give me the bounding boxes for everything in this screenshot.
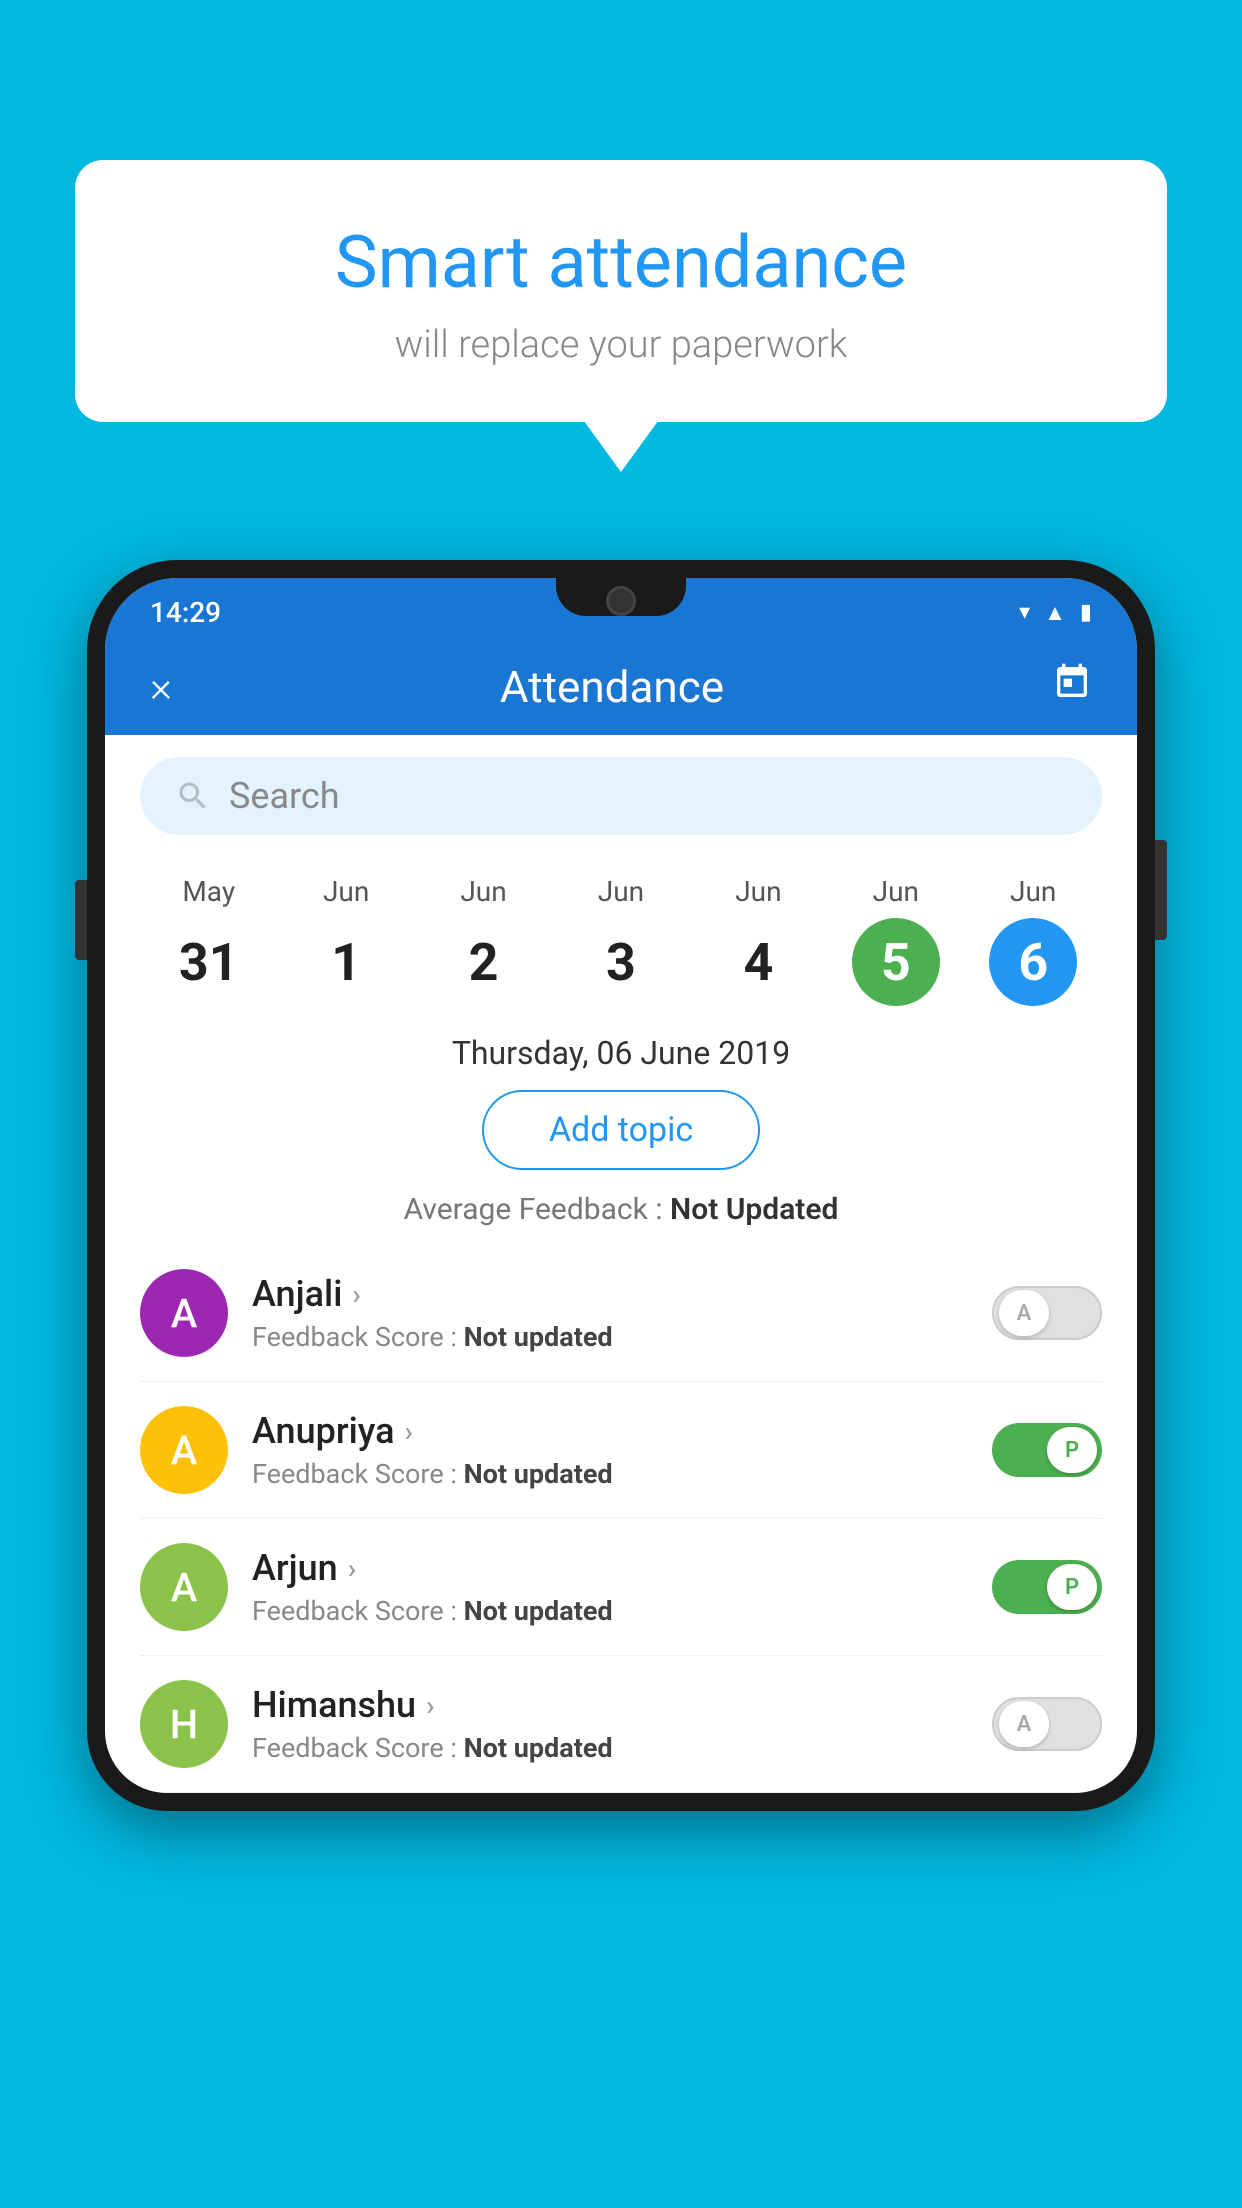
phone-side-button-right [1155,840,1167,940]
chevron-icon: › [352,1278,360,1311]
attendance-toggle[interactable]: P [992,1423,1102,1477]
date-item-1[interactable]: Jun 1 [302,875,390,1006]
date-number: 2 [440,918,528,1006]
bubble-title: Smart attendance [135,220,1107,305]
search-placeholder: Search [229,775,340,817]
speech-bubble: Smart attendance will replace your paper… [75,160,1167,422]
student-feedback: Feedback Score : Not updated [252,1321,968,1353]
student-item: A Anjali › Feedback Score : Not updated A [140,1245,1102,1382]
phone-notch [556,578,686,616]
avg-feedback-value: Not Updated [670,1192,838,1227]
battery-icon: ▮ [1080,600,1092,625]
student-item: A Anupriya › Feedback Score : Not updated P [140,1382,1102,1519]
status-icons: ▾ ▲ ▮ [1019,600,1092,626]
attendance-toggle[interactable]: A [992,1697,1102,1751]
phone-camera [606,586,636,616]
date-number: 3 [577,918,665,1006]
student-item: H Himanshu › Feedback Score : Not updated A [140,1656,1102,1793]
date-item-5[interactable]: Jun 5 [852,875,940,1006]
toggle-knob: A [999,1290,1049,1336]
student-name[interactable]: Himanshu › [252,1684,968,1726]
date-item-4[interactable]: Jun 4 [714,875,802,1006]
average-feedback: Average Feedback : Not Updated [105,1192,1137,1227]
avg-feedback-label: Average Feedback : [404,1192,670,1227]
chevron-icon: › [426,1689,434,1722]
date-month: Jun [323,875,369,908]
date-month: Jun [1010,875,1056,908]
student-name[interactable]: Arjun › [252,1547,968,1589]
calendar-icon[interactable] [1052,662,1092,712]
student-info: Himanshu › Feedback Score : Not updated [252,1684,968,1764]
date-item-6[interactable]: Jun 6 [989,875,1077,1006]
app-bar-title: Attendance [172,661,1052,713]
date-month: Jun [460,875,506,908]
date-number: 31 [165,918,253,1006]
chevron-icon: › [348,1552,356,1585]
student-feedback: Feedback Score : Not updated [252,1595,968,1627]
student-avatar: H [140,1680,228,1768]
date-number: 6 [989,918,1077,1006]
date-number: 4 [714,918,802,1006]
student-info: Arjun › Feedback Score : Not updated [252,1547,968,1627]
phone-outer: 14:29 ▾ ▲ ▮ × Attendance [87,560,1155,1811]
toggle-knob: P [1047,1427,1097,1473]
chevron-icon: › [405,1415,413,1448]
date-month: Jun [873,875,919,908]
student-list: AAnjali ›Feedback Score : Not updatedAAA… [105,1245,1137,1793]
student-name[interactable]: Anjali › [252,1273,968,1315]
app-bar: × Attendance [105,639,1137,735]
date-month: May [182,875,235,908]
date-number: 5 [852,918,940,1006]
date-item-2[interactable]: Jun 2 [440,875,528,1006]
toggle-knob: P [1047,1564,1097,1610]
date-number: 1 [302,918,390,1006]
student-info: Anjali › Feedback Score : Not updated [252,1273,968,1353]
student-item: A Arjun › Feedback Score : Not updated P [140,1519,1102,1656]
student-avatar: A [140,1406,228,1494]
bubble-subtitle: will replace your paperwork [135,323,1107,367]
selected-date-label: Thursday, 06 June 2019 [105,1034,1137,1072]
toggle-knob: A [999,1701,1049,1747]
date-selector: May 31 Jun 1 Jun 2 Jun 3 Jun 4 Jun 5 Jun 6 [105,857,1137,1024]
phone-side-button-left [75,880,87,960]
date-item-3[interactable]: Jun 3 [577,875,665,1006]
speech-bubble-container: Smart attendance will replace your paper… [75,160,1167,422]
signal-icon: ▲ [1044,600,1066,626]
student-feedback: Feedback Score : Not updated [252,1458,968,1490]
date-month: Jun [735,875,781,908]
student-name[interactable]: Anupriya › [252,1410,968,1452]
search-icon [175,778,211,814]
phone-mockup: 14:29 ▾ ▲ ▮ × Attendance [87,560,1155,2208]
student-avatar: A [140,1543,228,1631]
add-topic-button[interactable]: Add topic [482,1090,760,1170]
attendance-toggle[interactable]: P [992,1560,1102,1614]
status-time: 14:29 [150,596,221,629]
search-bar[interactable]: Search [140,757,1102,835]
phone-screen: 14:29 ▾ ▲ ▮ × Attendance [105,578,1137,1793]
date-month: Jun [598,875,644,908]
student-feedback: Feedback Score : Not updated [252,1732,968,1764]
wifi-icon: ▾ [1019,600,1030,625]
student-info: Anupriya › Feedback Score : Not updated [252,1410,968,1490]
date-item-0[interactable]: May 31 [165,875,253,1006]
attendance-toggle[interactable]: A [992,1286,1102,1340]
close-button[interactable]: × [150,663,172,712]
student-avatar: A [140,1269,228,1357]
